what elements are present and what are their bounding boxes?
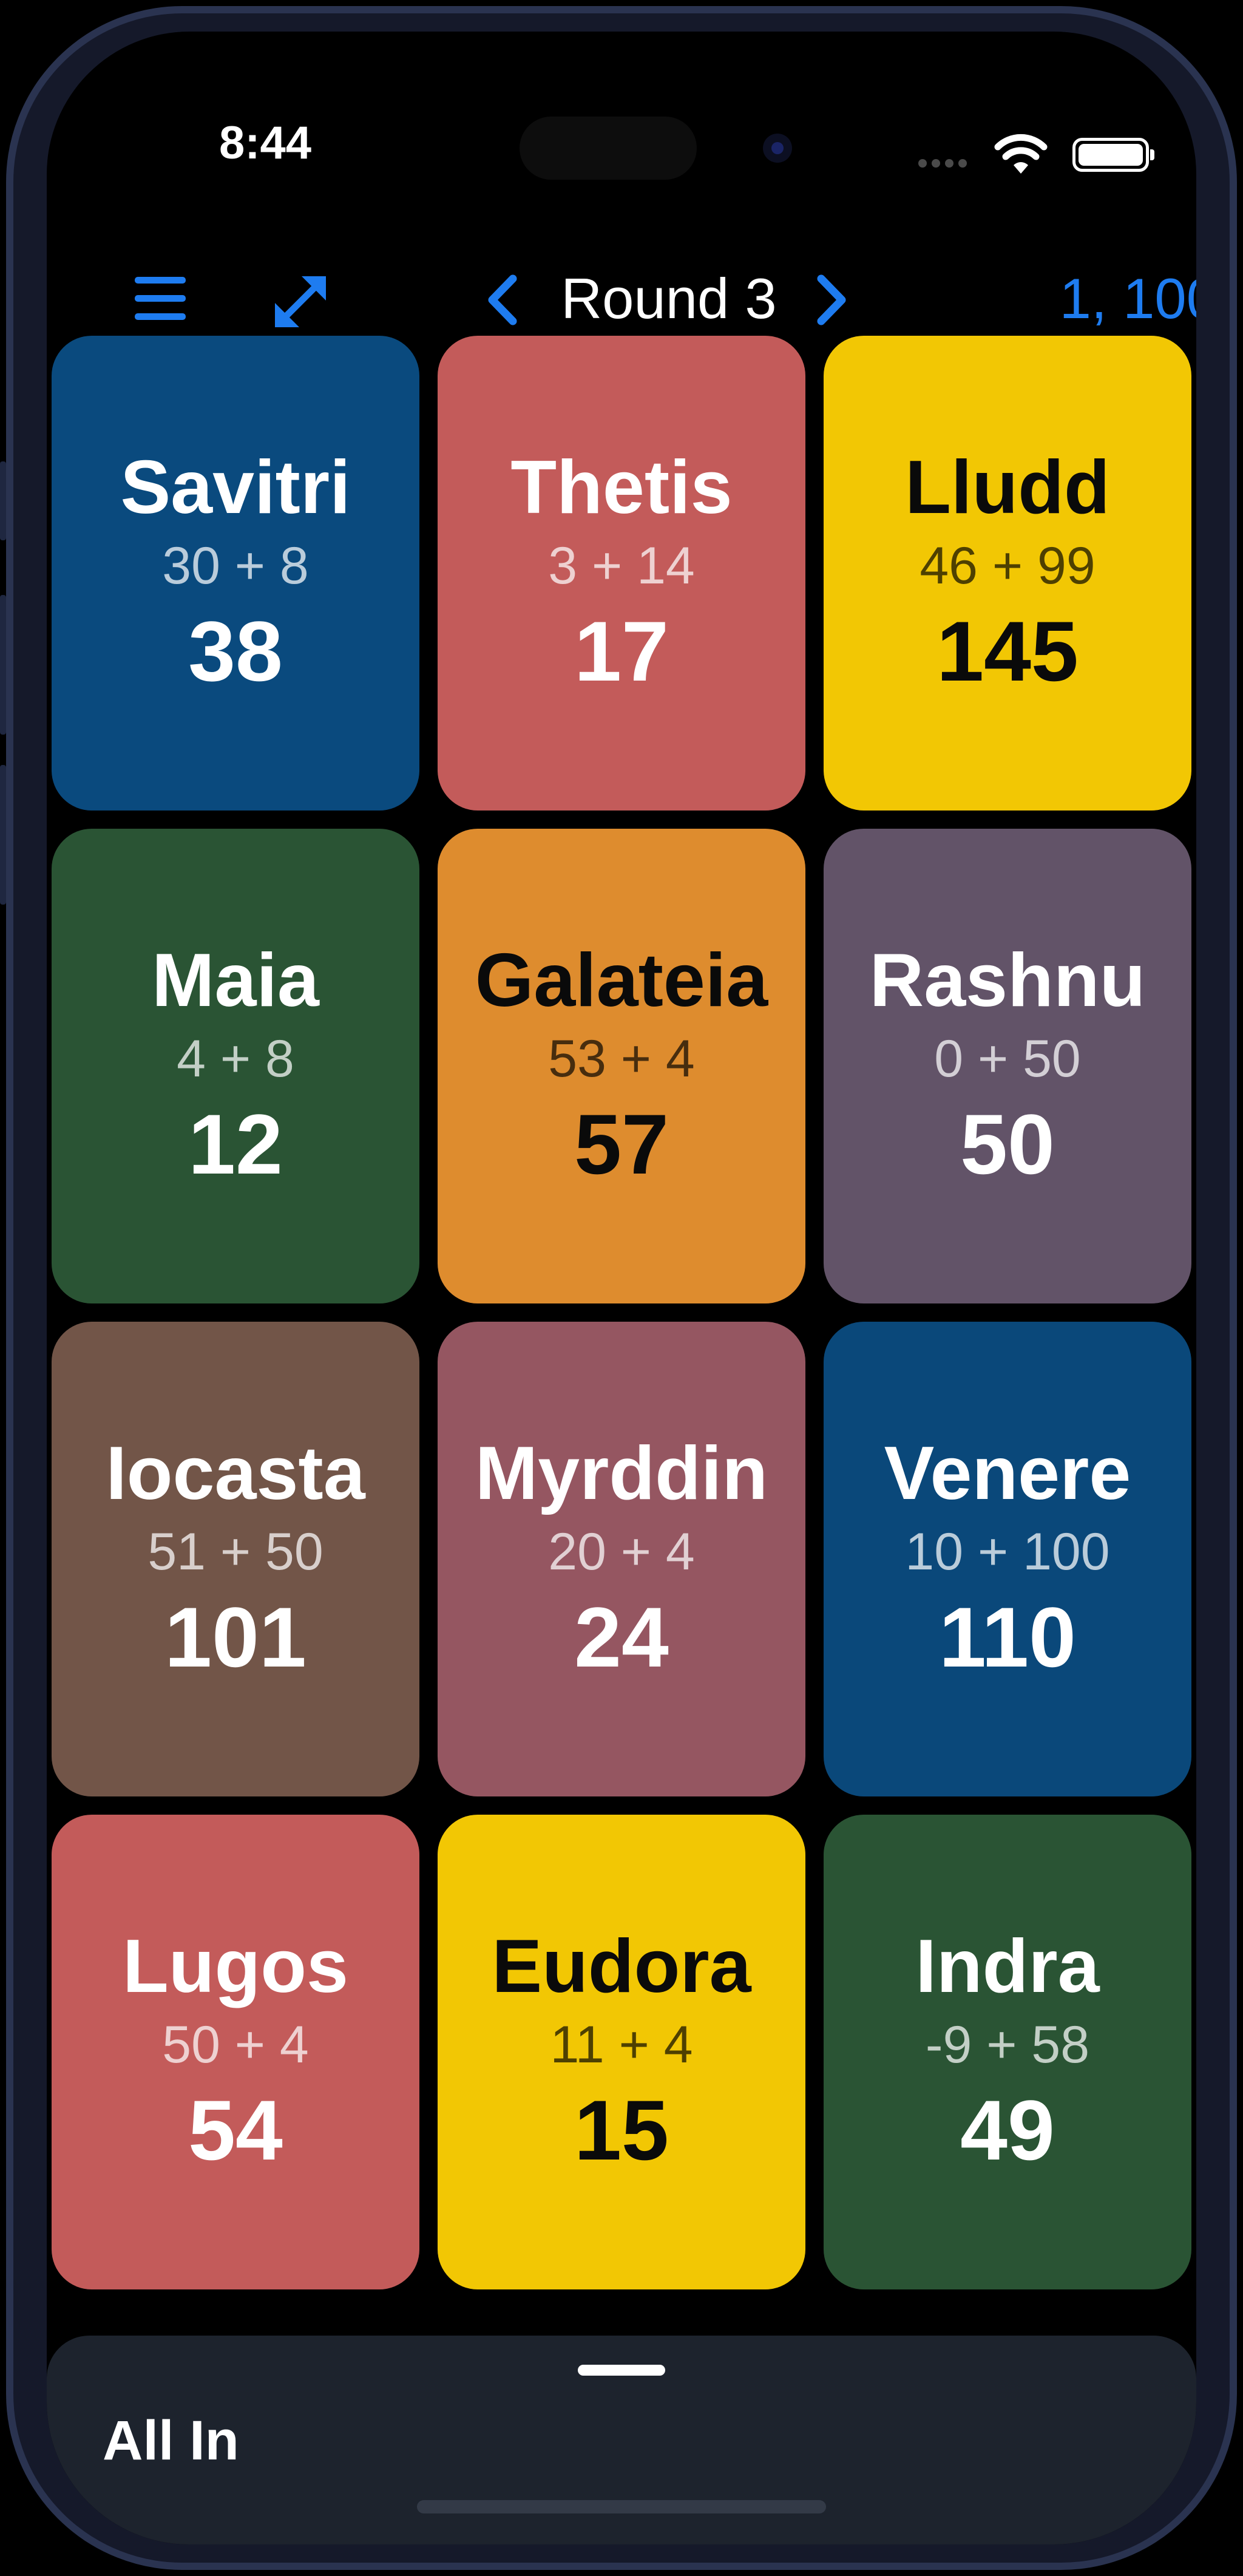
menu-icon[interactable] (134, 274, 187, 323)
player-expression: 50 + 4 (162, 2016, 309, 2074)
player-name: Rashnu (869, 939, 1146, 1022)
screen: 8:44 Round 3 1, 10 Savitri 30 + 8 38 The… (47, 32, 1196, 2544)
player-total: 12 (188, 1096, 283, 1192)
battery-icon (1072, 138, 1154, 172)
player-total: 50 (960, 1096, 1055, 1192)
status-time: 8:44 (218, 117, 312, 169)
player-name: Indra (915, 1925, 1100, 2008)
player-grid: Savitri 30 + 8 38 Thetis 3 + 14 17 Lludd… (52, 336, 1191, 2289)
player-total: 38 (188, 603, 283, 699)
dynamic-island (520, 117, 697, 180)
player-expression: 3 + 14 (548, 537, 695, 595)
player-name: Myrddin (475, 1432, 768, 1515)
player-expression: 10 + 100 (905, 1523, 1110, 1581)
player-card[interactable]: Lugos 50 + 4 54 (52, 1815, 419, 2289)
home-indicator[interactable] (417, 2500, 826, 2513)
sheet-title: All In (103, 2410, 239, 2472)
round-title: Round 3 (561, 267, 777, 330)
cellular-signal-icon (918, 159, 979, 170)
sheet-grabber-handle[interactable] (578, 2365, 665, 2376)
expand-icon[interactable] (270, 271, 331, 332)
player-card[interactable]: Maia 4 + 8 12 (52, 829, 419, 1303)
player-card[interactable]: Eudora 11 + 4 15 (438, 1815, 805, 2289)
chevron-left-icon[interactable] (485, 273, 521, 327)
player-name: Lludd (905, 446, 1110, 529)
player-total: 110 (939, 1589, 1076, 1685)
player-total: 101 (164, 1589, 307, 1685)
player-card[interactable]: Myrddin 20 + 4 24 (438, 1322, 805, 1796)
player-total: 24 (574, 1589, 669, 1685)
player-expression: 0 + 50 (934, 1030, 1081, 1088)
player-card[interactable]: Iocasta 51 + 50 101 (52, 1322, 419, 1796)
player-total: 15 (574, 2082, 669, 2178)
player-card[interactable]: Savitri 30 + 8 38 (52, 336, 419, 811)
wifi-icon (994, 134, 1048, 176)
volume-up-button (0, 595, 6, 735)
player-name: Galateia (475, 939, 768, 1022)
player-expression: 30 + 8 (162, 537, 309, 595)
device: 8:44 Round 3 1, 10 Savitri 30 + 8 38 The… (0, 0, 1243, 2576)
player-card[interactable]: Thetis 3 + 14 17 (438, 336, 805, 811)
player-card[interactable]: Galateia 53 + 4 57 (438, 829, 805, 1303)
player-expression: 53 + 4 (548, 1030, 695, 1088)
player-card[interactable]: Venere 10 + 100 110 (824, 1322, 1191, 1796)
player-total: 49 (960, 2082, 1055, 2178)
camera-icon (763, 134, 792, 163)
player-name: Eudora (492, 1925, 751, 2008)
player-expression: 51 + 50 (147, 1523, 323, 1581)
score-button[interactable]: 1, 100 (969, 265, 1196, 332)
player-name: Thetis (510, 446, 733, 529)
player-total: 17 (574, 603, 669, 699)
player-card[interactable]: Rashnu 0 + 50 50 (824, 829, 1191, 1303)
player-expression: 11 + 4 (550, 2016, 693, 2074)
player-name: Savitri (120, 446, 351, 529)
player-total: 145 (936, 603, 1079, 699)
player-name: Maia (152, 939, 319, 1022)
player-total: 57 (574, 1096, 669, 1192)
player-total: 54 (188, 2082, 283, 2178)
player-expression: 20 + 4 (548, 1523, 695, 1581)
action-button (0, 461, 6, 540)
chevron-right-icon[interactable] (813, 273, 849, 327)
player-expression: -9 + 58 (925, 2016, 1090, 2074)
player-name: Lugos (123, 1925, 348, 2008)
player-name: Venere (884, 1432, 1131, 1515)
volume-down-button (0, 765, 6, 905)
player-name: Iocasta (106, 1432, 365, 1515)
player-card[interactable]: Indra -9 + 58 49 (824, 1815, 1191, 2289)
player-card[interactable]: Lludd 46 + 99 145 (824, 336, 1191, 811)
player-expression: 4 + 8 (177, 1030, 294, 1088)
player-expression: 46 + 99 (920, 537, 1096, 595)
